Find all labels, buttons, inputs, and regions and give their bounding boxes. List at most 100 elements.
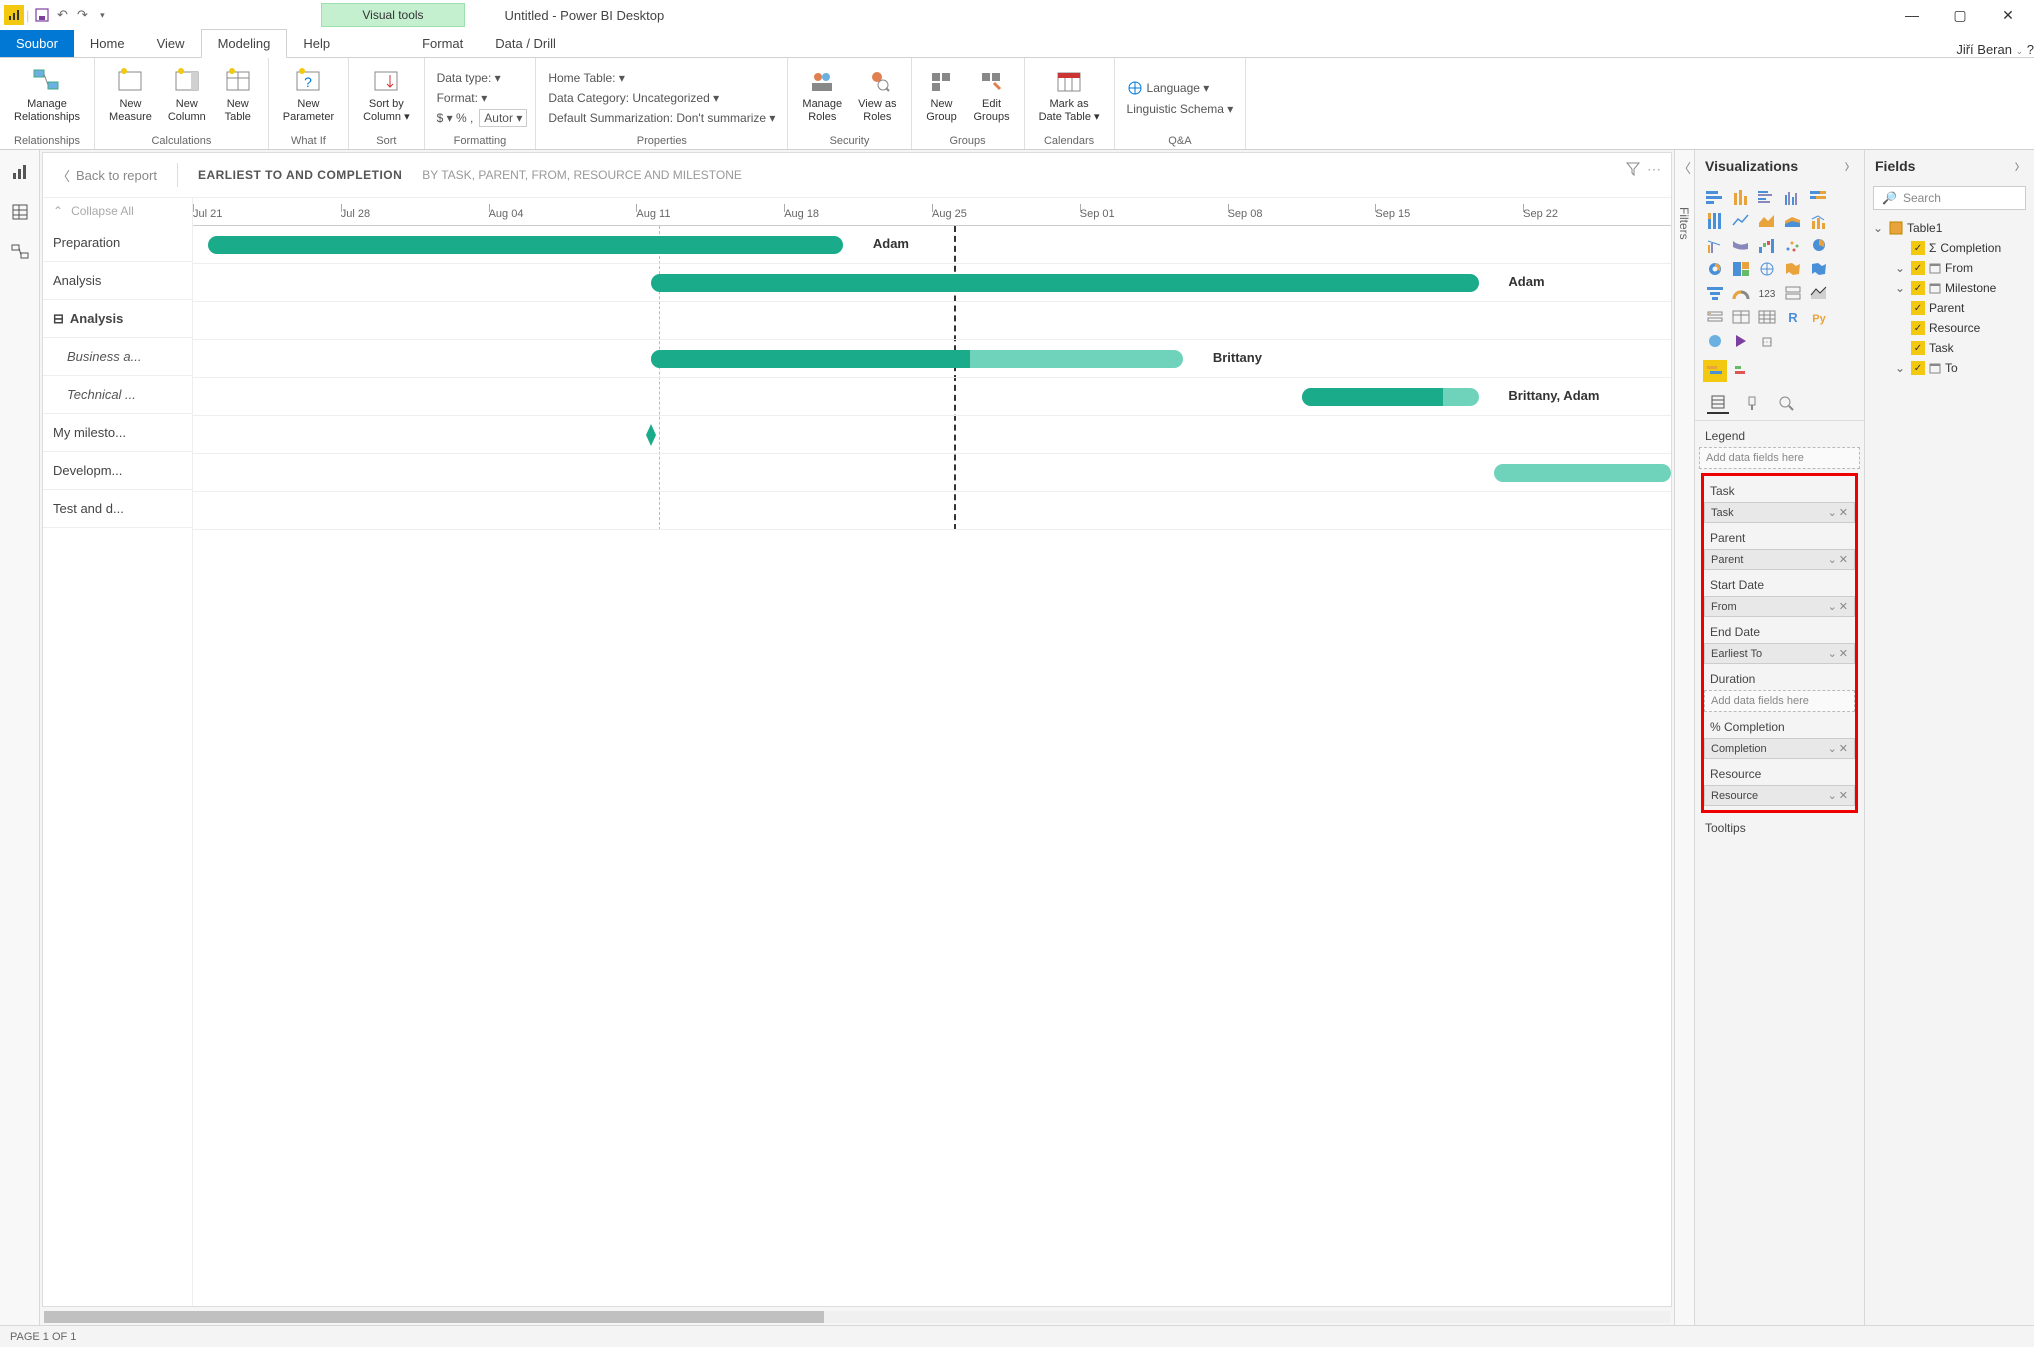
home-table-dropdown[interactable]: Home Table: ▾ [544, 69, 779, 87]
field-item[interactable]: ⌄✓To [1873, 358, 2026, 378]
well-field-item[interactable]: Parent⌄✕ [1704, 549, 1855, 570]
chevron-down-icon[interactable]: ⌄ [1828, 553, 1837, 566]
undo-button[interactable]: ↶ [53, 6, 71, 24]
field-item[interactable]: ✓Task [1873, 338, 2026, 358]
task-row[interactable]: Technical ... [43, 376, 192, 414]
checkbox-icon[interactable]: ✓ [1911, 341, 1925, 355]
checkbox-icon[interactable]: ✓ [1911, 281, 1925, 295]
new-table-button[interactable]: New Table [216, 62, 260, 133]
user-label[interactable]: Jiří Beran ⌄ ? [1956, 42, 2034, 57]
task-group-row[interactable]: ⊟Analysis [43, 300, 192, 338]
remove-field-icon[interactable]: ✕ [1839, 600, 1848, 613]
gantt-bar[interactable] [208, 236, 844, 254]
ribbon-chart-icon[interactable] [1729, 234, 1753, 256]
view-as-roles-button[interactable]: View as Roles [852, 62, 902, 133]
table-icon[interactable] [1729, 306, 1753, 328]
task-row[interactable]: Analysis [43, 262, 192, 300]
r-visual-icon[interactable]: R [1781, 306, 1805, 328]
treemap-icon[interactable] [1729, 258, 1753, 280]
custom-visual-icon[interactable] [1731, 360, 1755, 382]
filled-map-icon[interactable] [1781, 258, 1805, 280]
field-item[interactable]: ✓Parent [1873, 298, 2026, 318]
funnel-icon[interactable] [1703, 282, 1727, 304]
edit-groups-button[interactable]: Edit Groups [968, 62, 1016, 133]
stacked-area-icon[interactable] [1781, 210, 1805, 232]
tab-file[interactable]: Soubor [0, 30, 74, 57]
maximize-button[interactable]: ▢ [1946, 1, 1974, 29]
new-group-button[interactable]: New Group [920, 62, 964, 133]
gantt-bar[interactable] [651, 274, 1479, 292]
hundred-stacked-bar-icon[interactable] [1807, 186, 1831, 208]
filters-tab[interactable]: Filters [1675, 177, 1693, 270]
sort-by-column-button[interactable]: Sort by Column ▾ [357, 62, 415, 133]
shape-map-icon[interactable] [1807, 258, 1831, 280]
data-type-dropdown[interactable]: Data type: ▾ [433, 69, 528, 87]
slicer-icon[interactable] [1703, 306, 1727, 328]
tab-help[interactable]: Help [287, 30, 346, 57]
stacked-column-icon[interactable] [1729, 186, 1753, 208]
new-parameter-button[interactable]: ?New Parameter [277, 62, 340, 133]
linguistic-schema-dropdown[interactable]: Linguistic Schema ▾ [1123, 100, 1238, 118]
save-button[interactable] [33, 6, 51, 24]
checkbox-icon[interactable]: ✓ [1911, 321, 1925, 335]
python-visual-icon[interactable]: Py [1807, 306, 1831, 328]
remove-field-icon[interactable]: ✕ [1839, 647, 1848, 660]
well-field-item[interactable]: Completion⌄✕ [1704, 738, 1855, 759]
model-view-button[interactable] [8, 240, 32, 264]
field-item[interactable]: ✓ΣCompletion [1873, 238, 2026, 258]
task-row[interactable]: Test and d... [43, 490, 192, 528]
chevron-down-icon[interactable]: ⌄ [1828, 789, 1837, 802]
report-view-button[interactable] [8, 160, 32, 184]
gauge-icon[interactable] [1729, 282, 1753, 304]
manage-roles-button[interactable]: Manage Roles [796, 62, 848, 133]
tab-format[interactable]: Format [406, 30, 479, 57]
language-dropdown[interactable]: Language ▾ [1123, 78, 1238, 98]
milestone-marker[interactable] [644, 424, 658, 446]
checkbox-icon[interactable]: ✓ [1911, 261, 1925, 275]
remove-field-icon[interactable]: ✕ [1839, 506, 1848, 519]
chevron-down-icon[interactable]: ⌄ [1828, 742, 1837, 755]
checkbox-icon[interactable]: ✓ [1911, 361, 1925, 375]
gantt-visual[interactable]: 〈 Back to report EARLIEST TO AND COMPLET… [43, 153, 1671, 1306]
area-chart-icon[interactable] [1755, 210, 1779, 232]
qat-dropdown[interactable]: ▾ [93, 6, 111, 24]
task-row[interactable]: My milesto... [43, 414, 192, 452]
well-field-item[interactable]: From⌄✕ [1704, 596, 1855, 617]
new-column-button[interactable]: New Column [162, 62, 212, 133]
legend-dropzone[interactable]: Add data fields here [1699, 447, 1860, 469]
expand-filters-icon[interactable]: 〈 [1675, 150, 1694, 177]
currency-format-button[interactable]: $ ▾ % , [433, 109, 478, 127]
checkbox-icon[interactable]: ✓ [1911, 241, 1925, 255]
horizontal-scrollbar[interactable] [44, 1311, 1670, 1323]
checkbox-icon[interactable]: ✓ [1911, 301, 1925, 315]
multi-row-card-icon[interactable] [1781, 282, 1805, 304]
field-item[interactable]: ⌄✓Milestone [1873, 278, 2026, 298]
close-button[interactable]: ✕ [1994, 1, 2022, 29]
scatter-icon[interactable] [1781, 234, 1805, 256]
analytics-tab-icon[interactable] [1775, 392, 1797, 414]
kpi-icon[interactable] [1807, 282, 1831, 304]
well-field-item[interactable]: Task⌄✕ [1704, 502, 1855, 523]
collapse-pane-icon[interactable]: 〉 [2015, 160, 2024, 173]
remove-field-icon[interactable]: ✕ [1839, 553, 1848, 566]
line-clustered-column-icon[interactable] [1703, 234, 1727, 256]
task-row[interactable]: Business a... [43, 338, 192, 376]
custom-visual-gantt-icon[interactable] [1703, 360, 1727, 382]
stacked-bar-icon[interactable] [1703, 186, 1727, 208]
well-field-item[interactable]: Earliest To⌄✕ [1704, 643, 1855, 664]
gantt-bar[interactable] [1302, 388, 1479, 406]
import-visual-icon[interactable]: ⋯ [1755, 330, 1779, 352]
data-view-button[interactable] [8, 200, 32, 224]
map-icon[interactable] [1755, 258, 1779, 280]
field-item[interactable]: ⌄✓From [1873, 258, 2026, 278]
donut-icon[interactable] [1703, 258, 1727, 280]
gantt-bar[interactable] [651, 350, 1183, 368]
line-chart-icon[interactable] [1729, 210, 1753, 232]
tab-home[interactable]: Home [74, 30, 141, 57]
well-field-item[interactable]: Resource⌄✕ [1704, 785, 1855, 806]
collapse-all-button[interactable]: ⌃ Collapse All [43, 198, 192, 224]
manage-relationships-button[interactable]: Manage Relationships [8, 62, 86, 133]
redo-button[interactable]: ↷ [73, 6, 91, 24]
default-summarization-dropdown[interactable]: Default Summarization: Don't summarize ▾ [544, 109, 779, 127]
format-dropdown[interactable]: Format: ▾ [433, 89, 528, 107]
